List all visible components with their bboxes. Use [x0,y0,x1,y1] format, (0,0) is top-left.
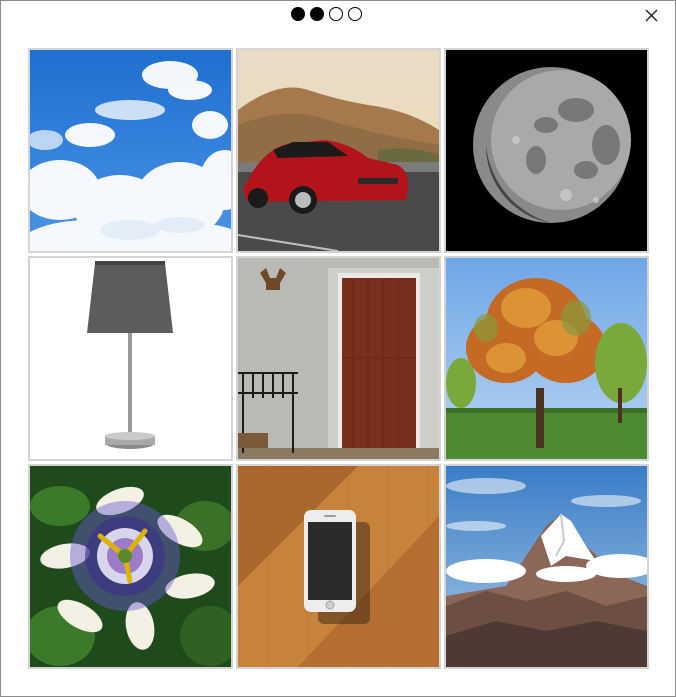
image-tile-hallway-door[interactable] [236,256,441,461]
progress-dot-2 [310,7,324,21]
image-tile-autumn-tree[interactable] [444,256,649,461]
image-tile-red-car[interactable] [236,48,441,253]
image-grid [28,48,649,669]
image-tile-passion-flower[interactable] [28,464,233,669]
red-car-image [238,50,439,251]
mountain-peak-image [446,466,647,667]
hallway-door-image [238,258,439,459]
autumn-tree-image [446,258,647,459]
close-icon [645,9,658,22]
progress-dot-1 [291,7,305,21]
progress-dot-3 [329,7,343,21]
table-lamp-image [30,258,231,459]
image-tile-moon[interactable] [444,48,649,253]
moon-image [446,50,647,251]
progress-dot-4 [348,7,362,21]
smartphone-image [238,466,439,667]
sky-clouds-image [30,50,231,251]
progress-indicator [291,7,362,21]
passion-flower-image [30,466,231,667]
image-tile-smartphone[interactable] [236,464,441,669]
captcha-dialog [0,0,676,697]
image-tile-sky-clouds[interactable] [28,48,233,253]
image-tile-table-lamp[interactable] [28,256,233,461]
image-tile-mountain-peak[interactable] [444,464,649,669]
close-button[interactable] [641,5,663,27]
